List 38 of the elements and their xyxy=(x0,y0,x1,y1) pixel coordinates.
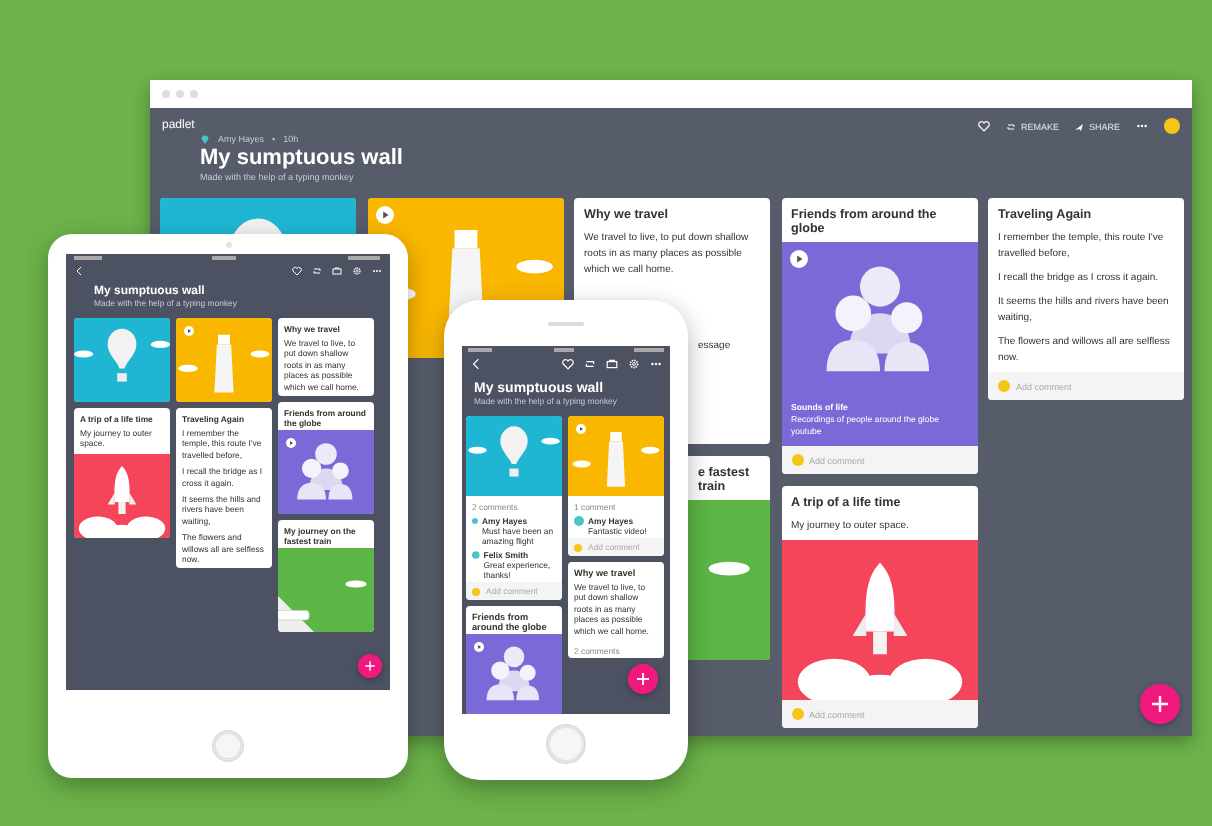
people-drawing xyxy=(466,634,562,714)
avatar-icon xyxy=(472,550,480,560)
avatar-icon xyxy=(574,543,582,551)
avatar-icon xyxy=(574,516,584,526)
remake-icon[interactable] xyxy=(312,266,322,276)
settings-icon[interactable] xyxy=(628,358,640,370)
heart-icon[interactable] xyxy=(562,358,574,370)
more-icon[interactable] xyxy=(1136,120,1148,132)
avatar-icon xyxy=(998,380,1010,392)
play-button-icon[interactable] xyxy=(474,642,484,652)
share-icon xyxy=(1074,121,1085,131)
briefcase-icon[interactable] xyxy=(332,266,342,276)
briefcase-icon[interactable] xyxy=(606,358,618,370)
back-icon[interactable] xyxy=(470,358,482,370)
add-button[interactable] xyxy=(628,664,658,694)
remake-icon xyxy=(1006,121,1017,131)
wall-title: My sumptuous wall xyxy=(198,146,405,170)
remake-icon[interactable] xyxy=(584,358,596,370)
avatar-icon xyxy=(791,454,803,466)
play-button-icon[interactable] xyxy=(576,424,586,434)
back-icon[interactable] xyxy=(74,266,84,276)
add-button[interactable] xyxy=(358,654,382,678)
location-pin-icon xyxy=(200,134,210,144)
add-button[interactable] xyxy=(1140,684,1180,724)
more-icon[interactable] xyxy=(650,358,662,370)
play-button-icon[interactable] xyxy=(286,438,296,449)
avatar-icon xyxy=(472,516,478,526)
avatar-icon xyxy=(791,708,803,720)
heart-icon[interactable] xyxy=(978,120,991,132)
play-button-icon[interactable] xyxy=(789,250,807,268)
avatar-icon xyxy=(472,587,480,595)
avatar-icon[interactable] xyxy=(1164,118,1180,134)
heart-icon[interactable] xyxy=(292,266,302,276)
play-button-icon[interactable] xyxy=(184,326,194,336)
lighthouse-drawing xyxy=(176,318,272,402)
play-button-icon[interactable] xyxy=(375,206,393,224)
people-drawing xyxy=(278,430,374,515)
settings-icon[interactable] xyxy=(352,266,362,276)
